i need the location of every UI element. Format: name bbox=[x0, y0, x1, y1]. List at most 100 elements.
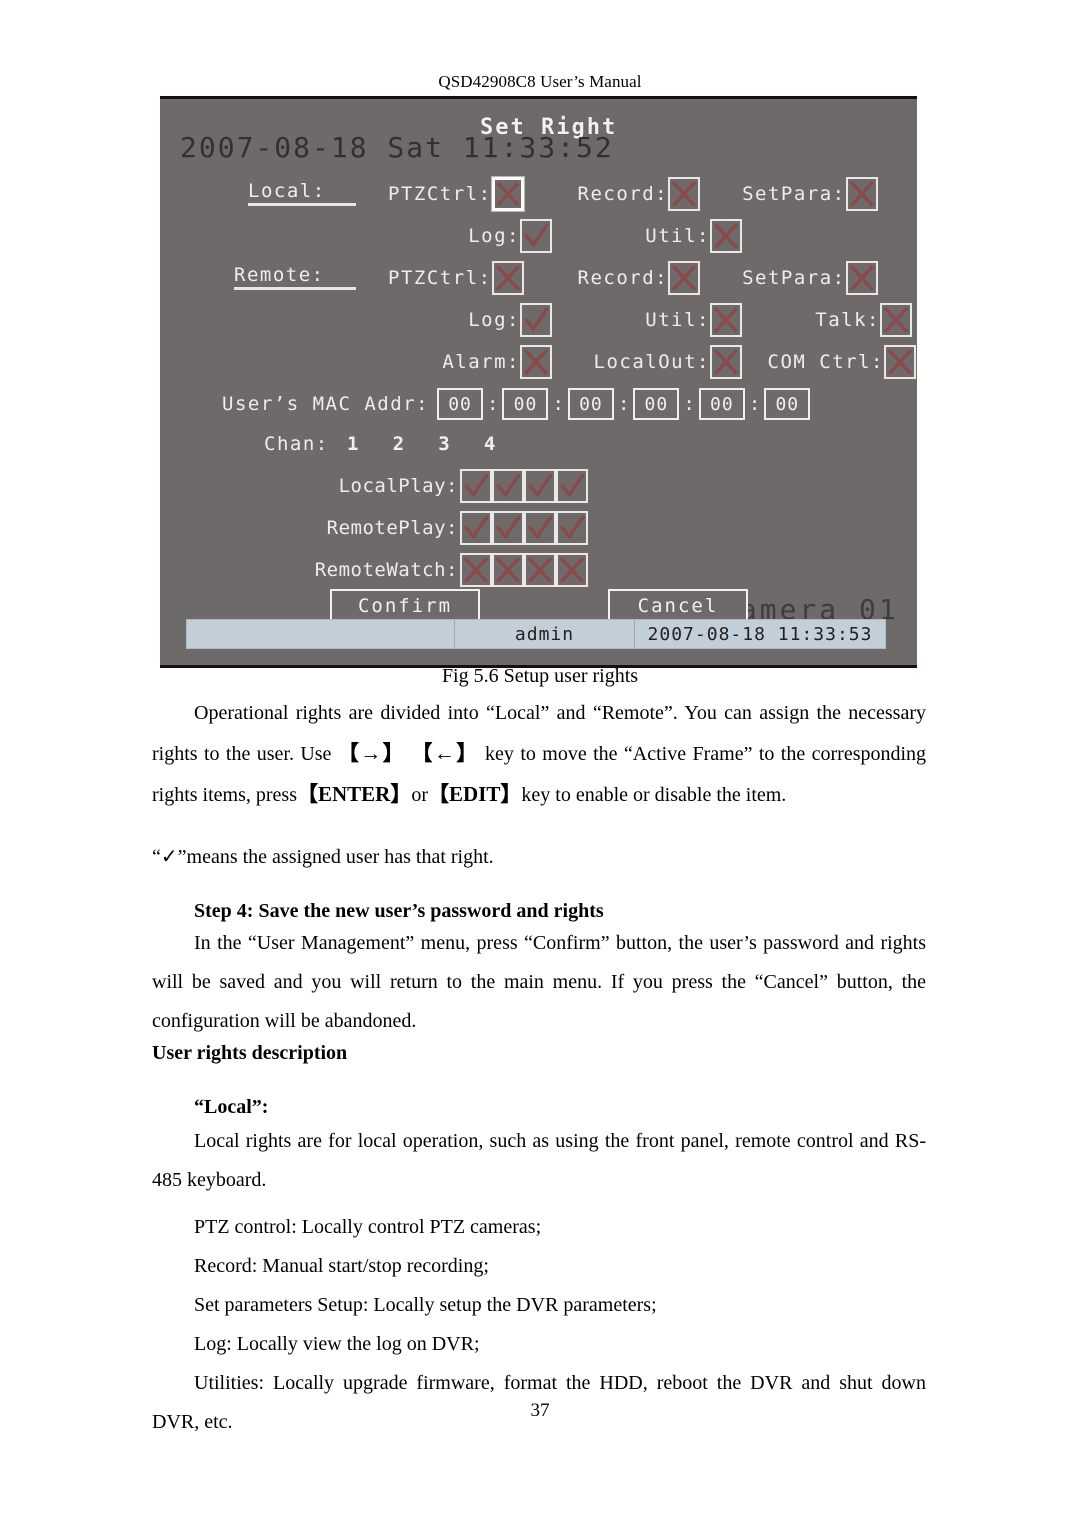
localplay-ch1-checkbox[interactable] bbox=[460, 469, 492, 503]
remote-section-label: Remote: bbox=[234, 266, 356, 290]
cross-icon bbox=[849, 265, 874, 291]
cross-icon bbox=[887, 349, 913, 375]
remotewatch-ch2-checkbox[interactable] bbox=[492, 553, 524, 587]
local-log-checkbox[interactable] bbox=[520, 219, 552, 253]
cross-icon bbox=[671, 181, 697, 207]
cross-icon bbox=[713, 307, 739, 333]
mac-octet-3-value: 00 bbox=[567, 388, 614, 420]
cancel-button[interactable]: Cancel bbox=[608, 589, 748, 623]
para-1-part-c: key to enable or disable the item. bbox=[521, 784, 787, 806]
channel-number-3: 3 bbox=[438, 433, 450, 455]
remote-rights-row-2: Log: Util: Talk: bbox=[234, 301, 912, 339]
list-item: PTZ control: Locally control PTZ cameras… bbox=[194, 1216, 542, 1238]
mac-octet-4-field[interactable]: 00 bbox=[633, 388, 680, 420]
key-enter: 【ENTER】 bbox=[297, 782, 412, 806]
local-rights-row-2: Log: Util: bbox=[248, 217, 742, 255]
paragraph-operational-rights: Operational rights are divided into “Loc… bbox=[152, 694, 926, 815]
cross-icon bbox=[713, 223, 739, 249]
status-bar: admin 2007-08-18 11:33:53 bbox=[186, 619, 886, 649]
remotewatch-row: RemoteWatch: bbox=[178, 551, 588, 589]
check-icon bbox=[559, 473, 585, 498]
localplay-ch4-checkbox[interactable] bbox=[556, 469, 588, 503]
cross-icon bbox=[527, 557, 553, 583]
mac-address-label: User’s MAC Addr: bbox=[222, 393, 430, 415]
list-item: Record: Manual start/stop recording; bbox=[194, 1255, 489, 1277]
local-record-checkbox[interactable] bbox=[668, 177, 701, 211]
remote-ptzctrl-checkbox[interactable] bbox=[491, 261, 524, 295]
remote-talk-label: Talk: bbox=[815, 309, 880, 331]
remote-log-checkbox[interactable] bbox=[520, 303, 552, 337]
mac-octet-2-field[interactable]: 00 bbox=[502, 388, 549, 420]
mac-address-row: User’s MAC Addr: 00 : 00 : 00 : 00 : 00 … bbox=[222, 385, 811, 423]
para-1-or: or bbox=[411, 784, 429, 806]
step4-heading: Step 4: Save the new user’s password and… bbox=[152, 896, 926, 927]
channel-header-row: Chan: 1 2 3 4 bbox=[264, 425, 508, 463]
cross-icon bbox=[495, 265, 520, 291]
localplay-ch2-checkbox[interactable] bbox=[492, 469, 524, 503]
paragraph-text: In the “User Management” menu, press “Co… bbox=[152, 932, 926, 1032]
remote-alarm-checkbox[interactable] bbox=[520, 345, 552, 379]
remoteplay-label: RemotePlay: bbox=[326, 517, 458, 539]
dvr-screenshot-figure: Set Right 2007-08-18 Sat 11:33:52 Camera… bbox=[160, 96, 917, 668]
remote-talk-checkbox[interactable] bbox=[880, 303, 912, 337]
local-ptzctrl-label: PTZCtrl: bbox=[388, 183, 492, 205]
remoteplay-ch1-checkbox[interactable] bbox=[460, 511, 492, 545]
key-edit: 【EDIT】 bbox=[428, 782, 522, 806]
status-bar-segment-blank bbox=[187, 620, 455, 648]
local-intro-paragraph: Local rights are for local operation, su… bbox=[152, 1122, 926, 1200]
remote-log-label: Log: bbox=[468, 309, 520, 331]
heading-text: Step 4: Save the new user’s password and… bbox=[194, 900, 604, 922]
cross-icon bbox=[671, 265, 697, 291]
document-header: QSD42908C8 User’s Manual bbox=[438, 72, 642, 91]
manual-page: QSD42908C8 User’s Manual Set Right 2007-… bbox=[0, 0, 1080, 1527]
dvr-screen: Set Right 2007-08-18 Sat 11:33:52 Camera… bbox=[160, 99, 917, 665]
remotewatch-ch3-checkbox[interactable] bbox=[524, 553, 556, 587]
remote-util-checkbox[interactable] bbox=[710, 303, 742, 337]
cross-icon bbox=[463, 557, 489, 583]
local-heading: “Local”: bbox=[152, 1092, 926, 1123]
remoteplay-ch4-checkbox[interactable] bbox=[556, 511, 588, 545]
confirm-button[interactable]: Confirm bbox=[330, 589, 480, 623]
local-setpara-checkbox[interactable] bbox=[845, 177, 878, 211]
remotewatch-ch4-checkbox[interactable] bbox=[556, 553, 588, 587]
remote-alarm-label: Alarm: bbox=[442, 351, 520, 373]
mac-octet-5-field[interactable]: 00 bbox=[698, 388, 745, 420]
figure-caption: Fig 5.6 Setup user rights bbox=[441, 665, 639, 687]
remotewatch-ch1-checkbox[interactable] bbox=[460, 553, 492, 587]
local-util-label: Util: bbox=[645, 225, 710, 247]
remote-util-label: Util: bbox=[645, 309, 710, 331]
check-icon bbox=[495, 515, 521, 540]
paragraph-text: Operational rights are divided into “Loc… bbox=[152, 694, 926, 815]
remote-comctrl-checkbox[interactable] bbox=[884, 345, 916, 379]
mac-octet-1-field[interactable]: 00 bbox=[437, 388, 484, 420]
paragraph-text: Local rights are for local operation, su… bbox=[152, 1130, 926, 1191]
status-bar-user: admin bbox=[455, 620, 635, 648]
localplay-ch3-checkbox[interactable] bbox=[524, 469, 556, 503]
remoteplay-ch3-checkbox[interactable] bbox=[524, 511, 556, 545]
cross-icon bbox=[496, 181, 519, 207]
channel-number-2: 2 bbox=[392, 433, 405, 455]
mac-separator: : bbox=[683, 393, 695, 415]
local-ptzctrl-checkbox[interactable] bbox=[491, 177, 524, 211]
local-util-checkbox[interactable] bbox=[710, 219, 742, 253]
remoteplay-ch2-checkbox[interactable] bbox=[492, 511, 524, 545]
check-icon bbox=[559, 515, 585, 540]
mac-octet-6-field[interactable]: 00 bbox=[764, 388, 811, 420]
mac-octet-2-value: 00 bbox=[502, 388, 549, 420]
remote-localout-label: LocalOut: bbox=[593, 351, 710, 373]
remotewatch-label: RemoteWatch: bbox=[314, 559, 458, 581]
remote-setpara-checkbox[interactable] bbox=[845, 261, 878, 295]
remote-localout-checkbox[interactable] bbox=[710, 345, 742, 379]
check-icon bbox=[463, 515, 489, 540]
paragraph-text: “✓”means the assigned user has that righ… bbox=[152, 846, 494, 868]
osd-datetime-overlay: 2007-08-18 Sat 11:33:52 bbox=[180, 131, 614, 164]
remote-record-checkbox[interactable] bbox=[668, 261, 701, 295]
mac-octet-6-value: 00 bbox=[764, 388, 811, 420]
remote-ptzctrl-label: PTZCtrl: bbox=[388, 267, 492, 289]
list-item: Set parameters Setup: Locally setup the … bbox=[194, 1294, 657, 1316]
local-section-label: Local: bbox=[248, 182, 356, 206]
mac-octet-3-field[interactable]: 00 bbox=[567, 388, 614, 420]
channel-header-label: Chan: bbox=[264, 433, 329, 455]
mac-separator: : bbox=[617, 393, 630, 415]
mac-octet-4-value: 00 bbox=[633, 388, 680, 420]
